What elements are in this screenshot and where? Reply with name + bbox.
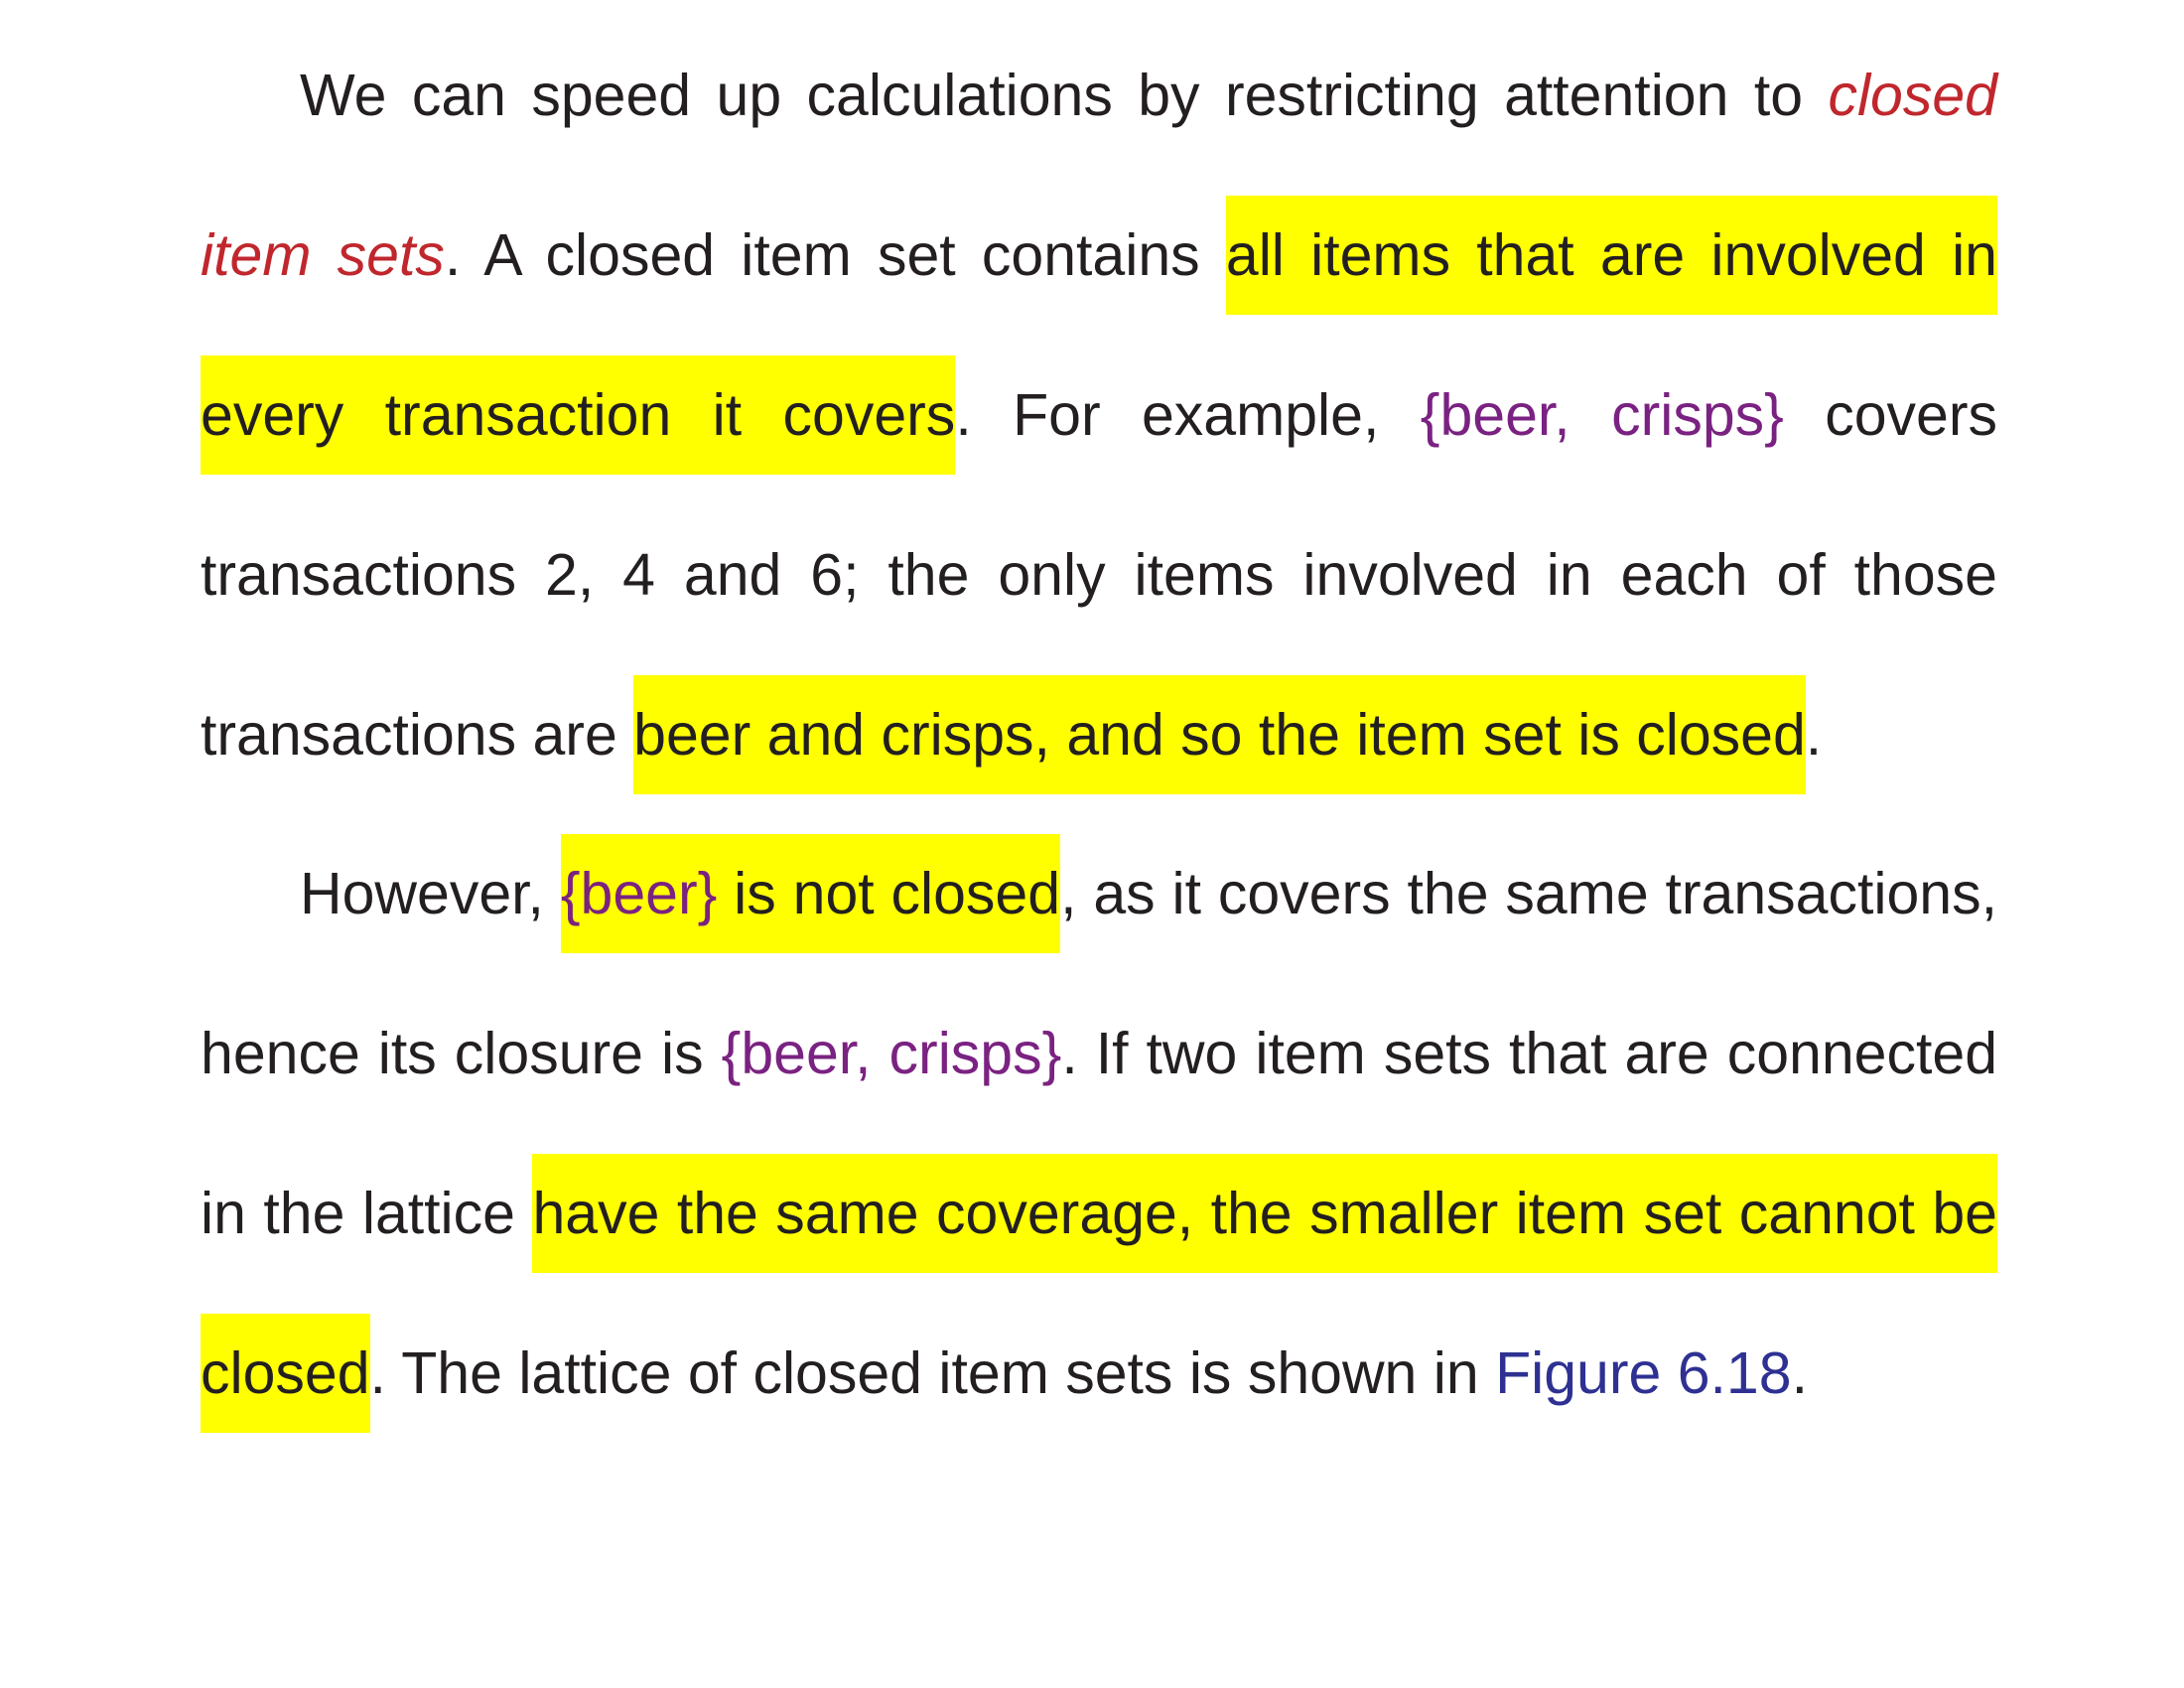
paragraph1-text-2: . A closed item set contains xyxy=(444,222,1226,288)
paragraph-closed-item-sets: We can speed up calculations by restrict… xyxy=(201,16,1997,815)
figure-reference-link[interactable]: Figure 6.18 xyxy=(1495,1340,1791,1406)
item-set-beer-crisps-closure: {beer, crisps} xyxy=(721,1021,1062,1086)
paragraph2-text-5: . xyxy=(1791,1340,1808,1406)
paragraph1-text-3: . For example, xyxy=(955,382,1421,448)
paragraph2-text-1: However, xyxy=(300,861,561,926)
paragraph-closure: However, {beer} is not closed, as it cov… xyxy=(201,814,1997,1454)
paragraph1-text-1: We can speed up calculations by restrict… xyxy=(300,63,1829,128)
paragraph1-text-5: . xyxy=(1805,702,1823,768)
highlight-beer-not-closed-text: is not closed xyxy=(717,861,1061,926)
item-set-beer-crisps: {beer, crisps} xyxy=(1420,382,1784,448)
item-set-beer: {beer} xyxy=(560,861,718,926)
highlight-set-is-closed: beer and crisps, and so the item set is … xyxy=(633,675,1806,794)
document-page: We can speed up calculations by restrict… xyxy=(0,0,2184,1688)
highlight-beer-not-closed: {beer} is not closed xyxy=(560,834,1061,953)
paragraph2-text-4: . The lattice of closed item sets is sho… xyxy=(369,1340,1496,1406)
